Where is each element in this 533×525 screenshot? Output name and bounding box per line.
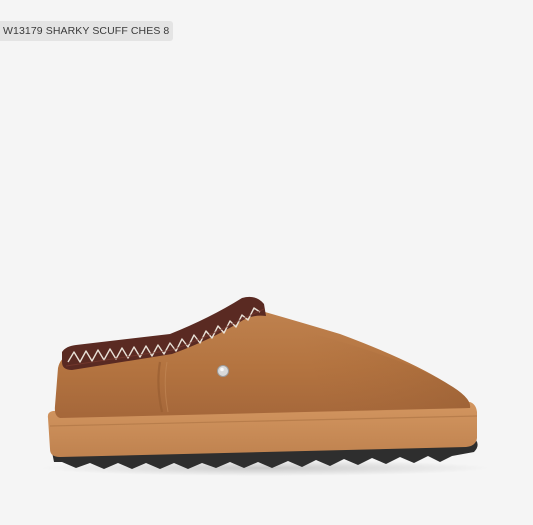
slipper-shoe-image [40,296,490,476]
logo-button [217,365,229,377]
product-image-viewer: W13179 SHARKY SCUFF CHES 8 [0,0,533,525]
